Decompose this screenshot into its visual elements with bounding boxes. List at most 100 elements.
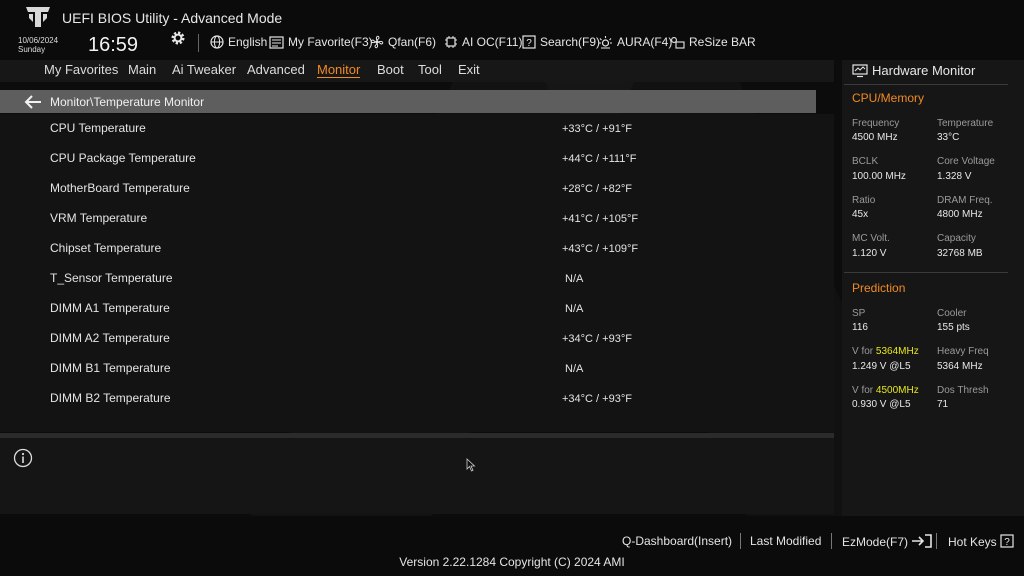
cpu-temperature-label: Temperature (937, 118, 994, 129)
mc-volt-label: MC Volt. (852, 233, 890, 244)
row-value: N/A (565, 363, 584, 375)
ratio-label: Ratio (852, 195, 876, 206)
settings-gear-icon[interactable] (170, 30, 186, 46)
toolbar-separator (198, 34, 199, 52)
v-for-prefix: V for (852, 346, 876, 357)
row-label: T_Sensor Temperature (50, 271, 173, 285)
v-for-value-2: 0.930 V @L5 (852, 399, 911, 410)
q-dashboard-button[interactable]: Q-Dashboard(Insert) (622, 534, 732, 548)
temperature-row[interactable]: CPU Temperature +33°C / +91°F (0, 114, 816, 144)
row-label: MotherBoard Temperature (50, 181, 190, 195)
aura-icon (599, 36, 612, 49)
row-label: VRM Temperature (50, 211, 148, 225)
exit-to-ezmode-icon (912, 534, 933, 548)
ai-oc-button[interactable]: AI OC(F11) (444, 34, 522, 50)
row-value: +43°C / +109°F (562, 243, 639, 255)
row-label: CPU Temperature (50, 121, 146, 135)
menu-tool[interactable]: Tool (418, 62, 442, 77)
temperature-row[interactable]: VRM Temperature +41°C / +105°F (0, 204, 816, 234)
app-title: UEFI BIOS Utility - Advanced Mode (62, 10, 283, 26)
mouse-cursor-icon (466, 458, 476, 472)
hot-keys-label: Hot Keys (948, 535, 997, 549)
mc-volt-value: 1.120 V (852, 248, 887, 259)
clock: 16:59 (88, 34, 139, 56)
row-value: N/A (565, 303, 584, 315)
temperature-row[interactable]: DIMM A1 Temperature N/A (0, 294, 816, 324)
temperature-row[interactable]: DIMM A2 Temperature +34°C / +93°F (0, 324, 816, 354)
menu-bar (0, 60, 834, 82)
temperature-row[interactable]: MotherBoard Temperature +28°C / +82°F (0, 174, 816, 204)
row-value: +41°C / +105°F (562, 213, 639, 225)
fan-icon (370, 35, 384, 49)
menu-my-favorites[interactable]: My Favorites (44, 62, 118, 77)
menu-boot[interactable]: Boot (377, 62, 404, 77)
v-for-prefix: V for (852, 385, 876, 396)
menu-advanced[interactable]: Advanced (247, 62, 305, 77)
dos-thresh-value: 71 (937, 399, 949, 410)
monitor-icon (852, 64, 868, 78)
resize-bar-button[interactable]: ReSize BAR (670, 34, 756, 50)
svg-text:?: ? (526, 38, 532, 49)
my-favorite-button[interactable]: My Favorite(F3) (269, 34, 373, 50)
date-text: 10/06/2024 (18, 36, 59, 45)
dram-freq-label: DRAM Freq. (937, 195, 993, 206)
resize-bar-label: ReSize BAR (689, 35, 756, 49)
menu-ai-tweaker[interactable]: Ai Tweaker (172, 62, 236, 77)
language-label: English (228, 35, 268, 49)
bclk-label: BCLK (852, 156, 879, 167)
qfan-button[interactable]: Qfan(F6) (370, 34, 436, 50)
row-value: +34°C / +93°F (562, 393, 632, 405)
heavy-freq-label: Heavy Freq (937, 346, 989, 357)
core-voltage-label: Core Voltage (937, 156, 995, 167)
menu-monitor[interactable]: Monitor (317, 62, 361, 78)
temperature-row[interactable]: DIMM B2 Temperature +34°C / +93°F (0, 384, 816, 414)
cpu-memory-heading: CPU/Memory (852, 91, 925, 105)
ezmode-button[interactable]: EzMode(F7) (842, 534, 933, 549)
row-value: +44°C / +111°F (562, 153, 637, 165)
row-value: +34°C / +93°F (562, 333, 632, 345)
top-bar (0, 0, 1024, 60)
row-label: DIMM B1 Temperature (50, 361, 171, 375)
hw-separator (844, 84, 1008, 85)
my-favorite-label: My Favorite(F3) (288, 35, 373, 49)
temperature-row[interactable]: Chipset Temperature +43°C / +109°F (0, 234, 816, 264)
v-for-label-1: V for 5364MHz (852, 346, 919, 357)
v-for-frequency: 5364MHz (875, 346, 919, 357)
cpu-temperature-value: 33°C (937, 132, 960, 143)
breadcrumb-text: Monitor\Temperature Monitor (50, 95, 205, 109)
sp-label: SP (852, 308, 866, 319)
menu-main[interactable]: Main (128, 62, 156, 77)
row-value: N/A (565, 273, 584, 285)
ai-oc-icon (445, 36, 457, 48)
row-label: CPU Package Temperature (50, 151, 196, 165)
language-button[interactable]: English (210, 34, 267, 50)
ai-oc-label: AI OC(F11) (462, 35, 523, 49)
temperature-row[interactable]: DIMM B1 Temperature N/A (0, 354, 816, 384)
search-label: Search(F9) (540, 35, 601, 49)
v-for-frequency: 4500MHz (875, 385, 919, 396)
v-for-label-2: V for 4500MHz (852, 385, 919, 396)
row-label: Chipset Temperature (50, 241, 162, 255)
help-icon: ? (1000, 534, 1014, 548)
version-text: Version 2.22.1284 Copyright (C) 2024 AMI (399, 555, 625, 569)
frequency-label: Frequency (852, 118, 900, 129)
favorite-icon (269, 35, 284, 49)
back-arrow-icon[interactable] (24, 95, 42, 109)
bclk-value: 100.00 MHz (852, 171, 906, 182)
row-label: DIMM B2 Temperature (50, 391, 171, 405)
last-modified-button[interactable]: Last Modified (750, 534, 821, 548)
search-button[interactable]: ? Search(F9) (522, 34, 600, 50)
capacity-label: Capacity (937, 233, 976, 244)
aura-button[interactable]: AURA(F4) (598, 34, 672, 50)
hot-keys-button[interactable]: Hot Keys ? (948, 534, 1014, 549)
temperature-row[interactable]: CPU Package Temperature +44°C / +111°F (0, 144, 816, 174)
help-panel (0, 438, 834, 514)
frequency-value: 4500 MHz (852, 132, 898, 143)
ezmode-label: EzMode(F7) (842, 535, 909, 549)
heavy-freq-value: 5364 MHz (937, 361, 983, 372)
temperature-row[interactable]: T_Sensor Temperature N/A (0, 264, 816, 294)
resize-bar-icon (671, 36, 685, 49)
menu-exit[interactable]: Exit (458, 62, 480, 77)
hw-separator (844, 272, 1008, 273)
qfan-label: Qfan(F6) (388, 35, 437, 49)
